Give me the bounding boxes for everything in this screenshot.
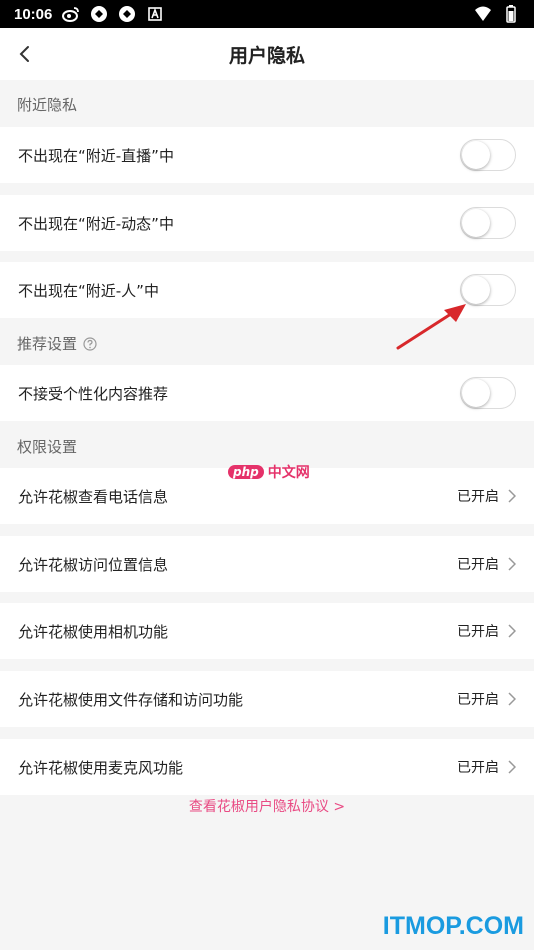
a-letter-icon bbox=[146, 5, 164, 23]
battery-icon bbox=[502, 5, 520, 23]
settings-row-nearby-live: 不出现在“附近-直播”中 bbox=[0, 127, 534, 183]
row-label: 允许花椒使用文件存储和访问功能 bbox=[18, 690, 244, 709]
php-watermark: php 中文网 bbox=[228, 462, 310, 482]
permission-row-camera[interactable]: 允许花椒使用相机功能 已开启 bbox=[0, 603, 534, 659]
app-notification-icon bbox=[118, 5, 136, 23]
toggle-switch[interactable] bbox=[460, 377, 516, 409]
section-label-nearby: 附近隐私 bbox=[17, 94, 77, 115]
php-badge: php bbox=[228, 465, 264, 479]
section-label-text: 权限设置 bbox=[17, 438, 78, 456]
row-label: 不出现在“附近-动态”中 bbox=[18, 214, 174, 233]
permission-row-location[interactable]: 允许花椒访问位置信息 已开启 bbox=[0, 536, 534, 592]
page-title: 用户隐私 bbox=[228, 44, 305, 67]
header: 用户隐私 bbox=[0, 28, 534, 80]
app-notification-icon bbox=[90, 5, 108, 23]
row-label: 不接受个性化内容推荐 bbox=[18, 384, 169, 403]
status-text: 已开启 bbox=[457, 760, 499, 776]
row-label: 允许花椒使用相机功能 bbox=[18, 622, 169, 641]
row-label: 不出现在“附近-直播”中 bbox=[18, 146, 174, 165]
section-label-text: 附近隐私 bbox=[17, 96, 78, 114]
status-text: 已开启 bbox=[457, 557, 499, 573]
row-label: 允许花椒使用麦克风功能 bbox=[18, 758, 184, 777]
section-label-permissions: 权限设置 bbox=[17, 436, 77, 457]
row-label: 允许花椒查看电话信息 bbox=[18, 487, 169, 506]
chevron-right-icon bbox=[507, 489, 516, 503]
permission-row-microphone[interactable]: 允许花椒使用麦克风功能 已开启 bbox=[0, 739, 534, 795]
help-icon[interactable] bbox=[83, 336, 97, 351]
row-label: 允许花椒访问位置信息 bbox=[18, 555, 169, 574]
row-label: 不出现在“附近-人”中 bbox=[18, 281, 159, 300]
section-label-text: 推荐设置 bbox=[17, 335, 78, 353]
back-button[interactable] bbox=[8, 38, 40, 70]
toggle-knob bbox=[462, 379, 490, 407]
chevron-left-icon bbox=[19, 46, 29, 62]
settings-row-personalized: 不接受个性化内容推荐 bbox=[0, 365, 534, 421]
settings-row-nearby-moments: 不出现在“附近-动态”中 bbox=[0, 195, 534, 251]
chevron-right-icon bbox=[507, 760, 516, 774]
status-text: 已开启 bbox=[457, 489, 499, 505]
status-bar: 10:06 bbox=[0, 0, 534, 28]
itmop-watermark: ITMOP.COM bbox=[382, 912, 524, 940]
permission-row-storage[interactable]: 允许花椒使用文件存储和访问功能 已开启 bbox=[0, 671, 534, 727]
chevron-right-icon bbox=[507, 557, 516, 571]
chevron-right-icon bbox=[507, 692, 516, 706]
wifi-icon bbox=[474, 5, 492, 23]
status-time: 10:06 bbox=[14, 5, 53, 23]
status-text: 已开启 bbox=[457, 624, 499, 640]
toggle-switch[interactable] bbox=[460, 139, 516, 171]
weibo-icon bbox=[62, 5, 80, 23]
toggle-knob bbox=[462, 209, 490, 237]
chevron-right-icon bbox=[507, 624, 516, 638]
status-left: 10:06 bbox=[14, 5, 164, 23]
toggle-switch[interactable] bbox=[460, 207, 516, 239]
section-label-recommend: 推荐设置 bbox=[17, 333, 97, 354]
privacy-policy-link[interactable]: 查看花椒用户隐私协议 > bbox=[0, 796, 534, 816]
annotation-arrow-icon bbox=[396, 304, 466, 350]
toggle-knob bbox=[462, 141, 490, 169]
status-right bbox=[474, 5, 520, 23]
php-text: 中文网 bbox=[267, 465, 310, 481]
status-text: 已开启 bbox=[457, 692, 499, 708]
